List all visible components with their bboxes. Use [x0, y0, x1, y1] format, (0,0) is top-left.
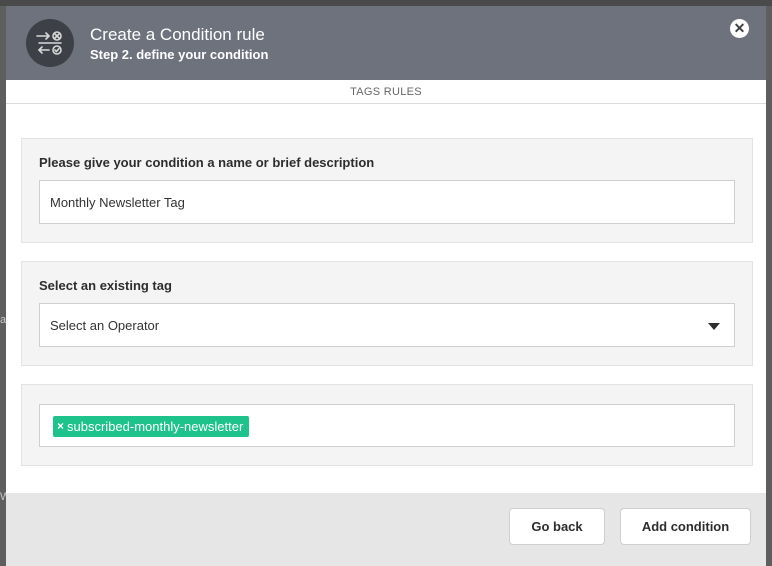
modal-header: Create a Condition rule Step 2. define y… — [6, 6, 766, 80]
modal-title: Create a Condition rule — [90, 25, 265, 44]
tag-input[interactable]: × subscribed-monthly-newsletter — [39, 404, 735, 447]
operator-select-value: Select an Operator — [50, 318, 160, 333]
tag-select-panel: Select an existing tag Select an Operato… — [21, 261, 753, 366]
tag-chip-label: subscribed-monthly-newsletter — [67, 419, 244, 434]
go-back-button[interactable]: Go back — [509, 508, 605, 545]
arrows-swap-icon — [36, 31, 62, 55]
condition-name-panel: Please give your condition a name or bri… — [21, 138, 753, 243]
modal-subtitle: Step 2. define your condition — [90, 47, 269, 62]
tab-bar: TAGS RULES — [6, 80, 766, 104]
condition-name-input[interactable]: Monthly Newsletter Tag — [39, 180, 735, 224]
tab-tags-rules[interactable]: TAGS RULES — [350, 86, 422, 98]
remove-tag-icon[interactable]: × — [57, 416, 64, 437]
selected-tags-panel: × subscribed-monthly-newsletter — [21, 384, 753, 466]
condition-name-label: Please give your condition a name or bri… — [39, 155, 375, 170]
modal-footer: Go back Add condition — [6, 493, 766, 566]
tag-select-label: Select an existing tag — [39, 278, 172, 293]
condition-rule-modal: Create a Condition rule Step 2. define y… — [6, 6, 766, 566]
caret-down-icon — [708, 323, 720, 330]
close-icon[interactable]: ✕ — [730, 19, 749, 38]
condition-rule-icon — [26, 19, 74, 67]
operator-select[interactable]: Select an Operator — [39, 303, 735, 347]
tag-chip: × subscribed-monthly-newsletter — [53, 416, 250, 437]
add-condition-button[interactable]: Add condition — [620, 508, 751, 545]
condition-name-value: Monthly Newsletter Tag — [50, 195, 185, 210]
